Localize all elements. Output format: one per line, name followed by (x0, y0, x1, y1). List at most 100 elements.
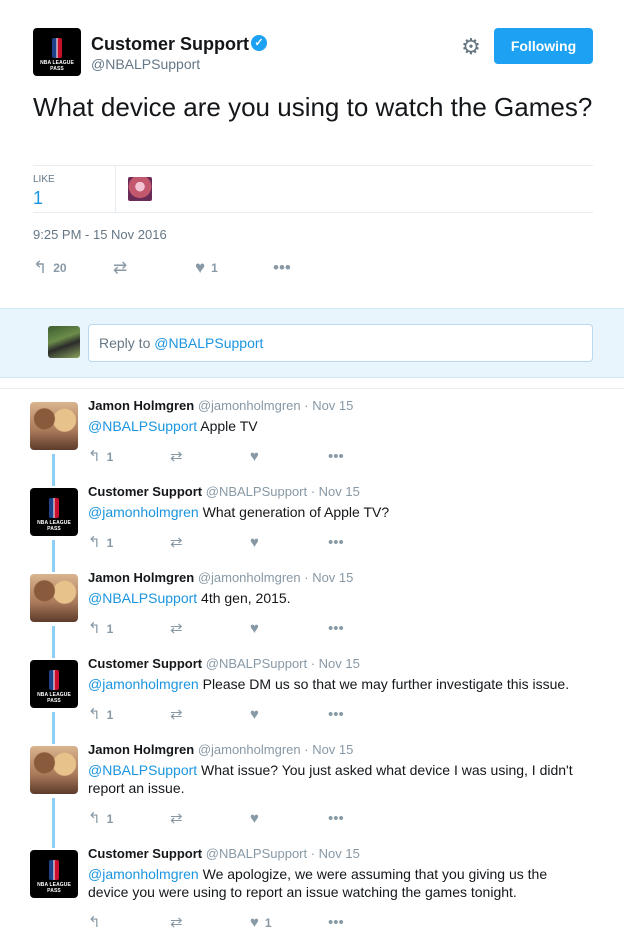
reply-button[interactable]: ↰ 1 (88, 808, 113, 828)
reply-count: 1 (106, 535, 114, 550)
avatar[interactable]: NBA LEAGUE PASS (30, 660, 78, 708)
author-handle[interactable]: @NBALPSupport (91, 56, 200, 72)
mention-link[interactable]: @NBALPSupport (88, 590, 197, 606)
reply-date[interactable]: Nov 15 (319, 484, 360, 499)
mention-link[interactable]: @jamonholmgren (88, 504, 199, 520)
heart-icon: ♥ (250, 705, 259, 723)
mention-link[interactable]: @jamonholmgren (88, 676, 199, 692)
reply-input[interactable]: Reply to @NBALPSupport (88, 324, 593, 362)
author-name[interactable]: Customer Support (88, 484, 202, 499)
retweet-button[interactable]: ⇄ (113, 257, 127, 277)
author-name[interactable]: Customer Support (88, 846, 202, 861)
more-button[interactable]: ••• (328, 618, 344, 638)
tweet-text: What device are you using to watch the G… (33, 92, 593, 122)
reply-text: @jamonholmgren We apologize, we were ass… (88, 865, 588, 901)
reply-author: Jamon Holmgren @jamonholmgren · Nov 15 (88, 742, 353, 757)
reply-tweet[interactable]: NBA LEAGUE PASS Customer Support @NBALPS… (0, 646, 624, 742)
like-button[interactable]: ♥ (250, 532, 265, 552)
author-handle[interactable]: @NBALPSupport (206, 656, 307, 671)
mention-link[interactable]: @NBALPSupport (88, 762, 197, 778)
more-button[interactable]: ••• (328, 532, 344, 552)
retweet-button[interactable]: ⇄ (170, 912, 183, 932)
reply-author: Customer Support @NBALPSupport · Nov 15 (88, 846, 360, 861)
author-name[interactable]: Jamon Holmgren (88, 742, 194, 757)
reply-button[interactable]: ↰ 1 (88, 532, 113, 552)
tweet-timestamp[interactable]: 9:25 PM - 15 Nov 2016 (33, 227, 167, 242)
reply-author: Jamon Holmgren @jamonholmgren · Nov 15 (88, 398, 353, 413)
likes-count[interactable]: 1 (33, 188, 43, 209)
author-name[interactable]: Customer Support (88, 656, 202, 671)
reply-button[interactable]: ↰ 1 (88, 446, 113, 466)
retweet-button[interactable]: ⇄ (170, 618, 183, 638)
reply-count: 20 (53, 260, 67, 275)
liker-avatar[interactable] (128, 177, 152, 201)
heart-icon: ♥ (195, 257, 206, 277)
more-button[interactable]: ••• (328, 704, 344, 724)
author-handle[interactable]: @NBALPSupport (206, 484, 307, 499)
more-button[interactable]: ••• (273, 257, 291, 277)
reply-icon: ↰ (88, 705, 101, 723)
retweet-button[interactable]: ⇄ (170, 446, 183, 466)
avatar[interactable]: NBA LEAGUE PASS (30, 850, 78, 898)
heart-icon: ♥ (250, 619, 259, 637)
like-button[interactable]: ♥ (250, 618, 265, 638)
retweet-button[interactable]: ⇄ (170, 532, 183, 552)
reply-tweet[interactable]: Jamon Holmgren @jamonholmgren · Nov 15 @… (0, 396, 624, 484)
author-handle[interactable]: @jamonholmgren (198, 570, 301, 585)
reply-button[interactable]: ↰ (88, 912, 107, 932)
thread-line (52, 836, 55, 848)
like-button[interactable]: ♥ 1 (250, 912, 272, 932)
avatar[interactable] (30, 574, 78, 622)
reply-button[interactable]: ↰ 20 (33, 257, 67, 277)
like-count: 1 (264, 915, 272, 930)
more-button[interactable]: ••• (328, 808, 344, 828)
retweet-button[interactable]: ⇄ (170, 704, 183, 724)
more-icon: ••• (328, 809, 344, 827)
author-name[interactable]: Customer Support (91, 34, 249, 55)
avatar[interactable]: NBA LEAGUE PASS (30, 488, 78, 536)
more-button[interactable]: ••• (328, 912, 344, 932)
current-user-avatar (48, 326, 80, 358)
like-button[interactable]: ♥ 1 (195, 257, 218, 277)
avatar[interactable] (30, 402, 78, 450)
nba-logo-icon (52, 38, 62, 58)
following-button[interactable]: Following (494, 28, 593, 64)
author-handle[interactable]: @NBALPSupport (206, 846, 307, 861)
reply-date[interactable]: Nov 15 (312, 570, 353, 585)
reply-button[interactable]: ↰ 1 (88, 704, 113, 724)
author-handle[interactable]: @jamonholmgren (198, 398, 301, 413)
more-button[interactable]: ••• (328, 446, 344, 466)
mention-link[interactable]: @jamonholmgren (88, 866, 199, 882)
thread-line (52, 732, 55, 744)
nba-logo-icon (49, 670, 59, 690)
meta-separator: · (300, 398, 313, 413)
reply-date[interactable]: Nov 15 (319, 846, 360, 861)
reply-author: Customer Support @NBALPSupport · Nov 15 (88, 656, 360, 671)
gear-icon[interactable]: ⚙ (460, 36, 482, 58)
author-handle[interactable]: @jamonholmgren (198, 742, 301, 757)
author-name[interactable]: Jamon Holmgren (88, 398, 194, 413)
reply-date[interactable]: Nov 15 (319, 656, 360, 671)
author-avatar[interactable]: NBA LEAGUE PASS (33, 28, 81, 76)
heart-icon: ♥ (250, 809, 259, 827)
thread-line (52, 646, 55, 658)
reply-date[interactable]: Nov 15 (312, 398, 353, 413)
like-button[interactable]: ♥ (250, 808, 265, 828)
mention-link[interactable]: @NBALPSupport (88, 418, 197, 434)
retweet-icon: ⇄ (170, 533, 183, 551)
avatar[interactable] (30, 746, 78, 794)
reply-tweet[interactable]: Jamon Holmgren @jamonholmgren · Nov 15 @… (0, 560, 624, 656)
reply-icon: ↰ (88, 447, 101, 465)
reply-text: @NBALPSupport Apple TV (88, 417, 588, 435)
retweet-icon: ⇄ (170, 619, 183, 637)
reply-tweet[interactable]: Jamon Holmgren @jamonholmgren · Nov 15 @… (0, 732, 624, 846)
like-button[interactable]: ♥ (250, 446, 265, 466)
like-button[interactable]: ♥ (250, 704, 265, 724)
retweet-button[interactable]: ⇄ (170, 808, 183, 828)
reply-tweet[interactable]: NBA LEAGUE PASS Customer Support @NBALPS… (0, 836, 624, 938)
reply-button[interactable]: ↰ 1 (88, 618, 113, 638)
reply-date[interactable]: Nov 15 (312, 742, 353, 757)
reply-tweet[interactable]: NBA LEAGUE PASS Customer Support @NBALPS… (0, 474, 624, 570)
author-name[interactable]: Jamon Holmgren (88, 570, 194, 585)
reply-actions: ↰ 1 ⇄ ♥ ••• (88, 532, 368, 552)
